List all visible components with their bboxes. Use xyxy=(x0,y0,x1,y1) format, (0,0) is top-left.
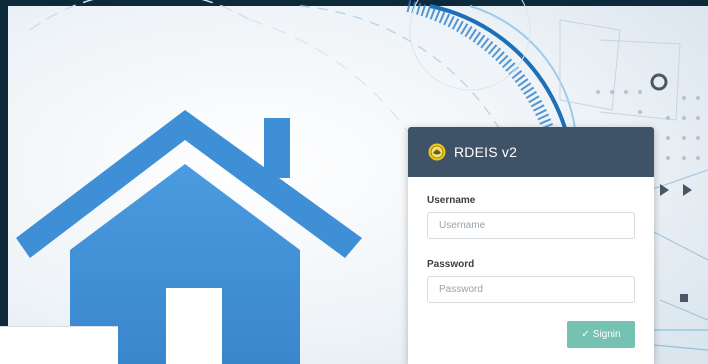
seal-logo-icon xyxy=(428,143,446,161)
username-label: Username xyxy=(427,195,476,206)
check-icon: ✓ xyxy=(581,328,590,340)
card-header: RDEIS v2 xyxy=(408,127,654,177)
username-input[interactable] xyxy=(427,212,635,239)
app-brand: RDEIS v2 xyxy=(454,144,518,160)
form-actions: ✓ Signin xyxy=(427,321,635,348)
bottom-left-panel xyxy=(0,326,118,364)
password-input[interactable] xyxy=(427,276,635,303)
signin-label: Signin xyxy=(592,329,621,340)
password-label: Password xyxy=(427,259,475,270)
login-screen: RDEIS v2 Username Password ✓ Signin xyxy=(0,0,708,364)
login-form: Username Password ✓ Signin xyxy=(408,177,654,348)
login-card: RDEIS v2 Username Password ✓ Signin xyxy=(408,127,654,364)
signin-button[interactable]: ✓ Signin xyxy=(567,321,635,348)
